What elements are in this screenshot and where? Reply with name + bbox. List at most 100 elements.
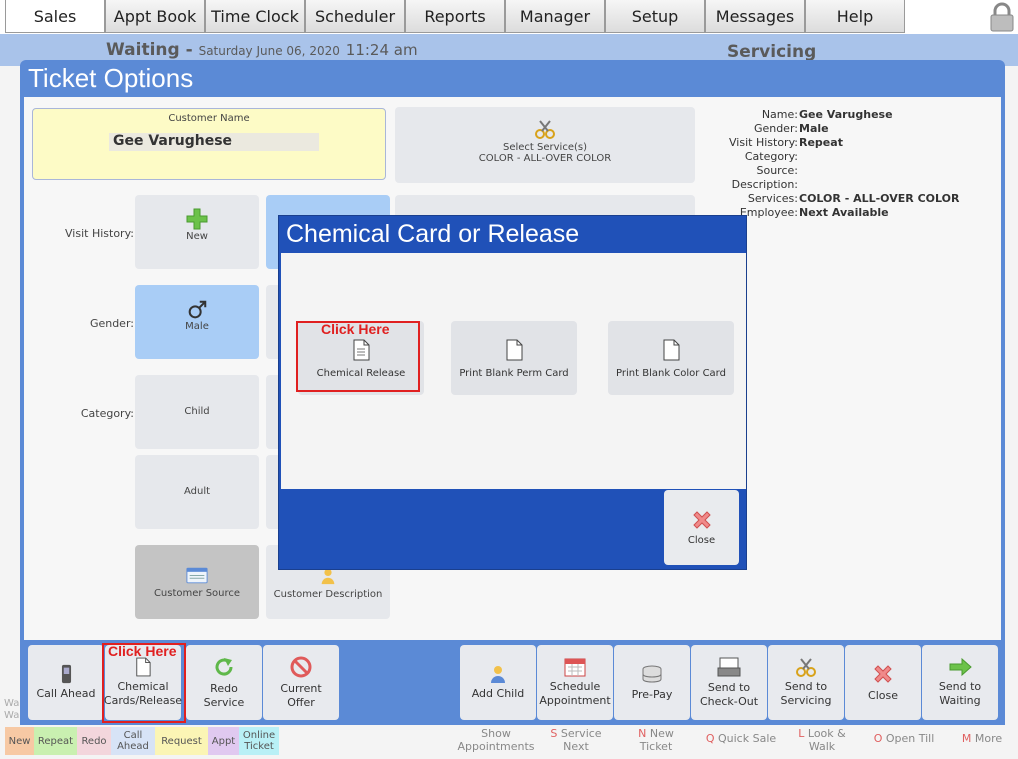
look-and-walk-shortcut[interactable]: L Look & Walk (786, 727, 858, 753)
dialog-title: Chemical Card or Release (286, 220, 580, 248)
male-symbol-icon (188, 300, 207, 319)
visit-history-label: Visit History: (65, 227, 134, 240)
close-x-icon (692, 511, 711, 529)
redo-icon (215, 658, 233, 676)
open-till-shortcut[interactable]: O Open Till (866, 732, 942, 745)
document-icon (663, 339, 680, 361)
add-child-button[interactable]: Add Child (460, 645, 536, 720)
info-row: Category: (744, 150, 798, 163)
plus-icon (186, 208, 208, 230)
status-waiting: Waiting - Saturday June 06, 2020 11:24 a… (106, 40, 418, 60)
tab-manager[interactable]: Manager (505, 0, 605, 33)
visit-new-label: New (186, 231, 208, 242)
visit-new-tile[interactable]: New (135, 195, 259, 269)
person-icon (491, 666, 505, 683)
print-blank-perm-card-button[interactable]: Print Blank Perm Card (451, 321, 577, 395)
status-date: Saturday June 06, 2020 (198, 44, 340, 58)
schedule-appointment-button[interactable]: Schedule Appointment (537, 645, 613, 720)
show-appointments-shortcut[interactable]: Show Appointments (456, 727, 536, 753)
ticket-type-legend: New Repeat Redo Call Ahead Request Appt O… (5, 727, 279, 755)
print-blank-color-card-button[interactable]: Print Blank Color Card (608, 321, 734, 395)
selected-service-value: COLOR - ALL-OVER COLOR (478, 153, 612, 164)
current-offer-button[interactable]: Current Offer (263, 645, 339, 720)
customer-name-field[interactable]: Gee Varughese (109, 133, 319, 151)
coins-icon (642, 665, 662, 683)
print-perm-label: Print Blank Perm Card (459, 368, 569, 379)
arrow-right-icon (949, 657, 972, 677)
legend-appt: Appt (208, 727, 239, 755)
send-to-checkout-button[interactable]: Send to Check-Out (691, 645, 767, 720)
legend-redo: Redo (77, 727, 111, 755)
click-here-annotation: Click Here (108, 643, 177, 659)
info-row: Source: (756, 164, 799, 177)
scissors-icon (796, 658, 816, 677)
pre-pay-button[interactable]: Pre-Pay (614, 645, 690, 720)
tab-setup[interactable]: Setup (605, 0, 705, 33)
bottom-toolbar: Call Ahead Chemical Cards/Release Click … (20, 640, 1005, 725)
tab-sales[interactable]: Sales (5, 0, 105, 33)
waiting-label-partial: Wa Wa (4, 698, 20, 721)
id-card-icon (186, 567, 208, 584)
customer-source-button[interactable]: Customer Source (135, 545, 259, 619)
info-row: Services: COLOR - ALL-OVER COLOR (747, 192, 960, 205)
chemical-card-dialog: Chemical Card or Release Chemical Releas… (278, 215, 747, 570)
no-entry-icon (290, 656, 312, 678)
tab-scheduler[interactable]: Scheduler (305, 0, 405, 33)
tab-time-clock[interactable]: Time Clock (205, 0, 305, 33)
category-label: Category: (80, 407, 134, 420)
gender-label: Gender: (89, 317, 134, 330)
legend-online-ticket: Online Ticket (239, 727, 279, 755)
status-state: Waiting - (106, 40, 193, 60)
dialog-close-button[interactable]: Close (664, 490, 739, 565)
new-ticket-shortcut[interactable]: N New Ticket (620, 727, 692, 753)
tab-help[interactable]: Help (805, 0, 905, 33)
category-adult-tile[interactable]: Adult (135, 455, 259, 529)
dialog-close-label: Close (687, 535, 716, 546)
call-ahead-button[interactable]: Call Ahead (28, 645, 104, 720)
click-here-annotation: Click Here (321, 321, 390, 337)
status-time: 11:24 am (345, 41, 418, 59)
print-color-label: Print Blank Color Card (616, 368, 726, 379)
legend-repeat: Repeat (34, 727, 77, 755)
info-row: Description: (731, 178, 798, 191)
close-ticket-button[interactable]: Close (845, 645, 921, 720)
category-child-label: Child (184, 406, 210, 417)
register-icon (717, 657, 741, 677)
legend-call-ahead: Call Ahead (111, 727, 155, 755)
gender-male-label: Male (185, 321, 209, 332)
tab-reports[interactable]: Reports (405, 0, 505, 33)
gender-male-tile[interactable]: Male (135, 285, 259, 359)
dialog-body: Chemical Release Click Here Print Blank … (281, 253, 746, 489)
quick-sale-shortcut[interactable]: Q Quick Sale (702, 732, 780, 745)
customer-name-box[interactable]: Customer Name Gee Varughese (32, 108, 386, 180)
service-next-shortcut[interactable]: S Service Next (540, 727, 612, 753)
redo-service-button[interactable]: Redo Service (186, 645, 262, 720)
info-row: Name: Gee Varughese (761, 108, 893, 121)
scissors-icon (535, 120, 555, 139)
legend-request: Request (155, 727, 208, 755)
info-row: Gender: Male (753, 122, 829, 135)
ticket-info-panel: Name: Gee Varughese Gender: Male Visit His… (714, 108, 959, 220)
legend-new: New (5, 727, 34, 755)
category-adult-label: Adult (183, 486, 211, 497)
select-services-button[interactable]: Select Service(s) COLOR - ALL-OVER COLOR (395, 107, 695, 183)
send-to-servicing-button[interactable]: Send to Servicing (768, 645, 844, 720)
info-row: Employee: Next Available (739, 206, 889, 219)
document-icon (506, 339, 523, 361)
send-to-waiting-button[interactable]: Send to Waiting (922, 645, 998, 720)
info-row: Visit History: Repeat (729, 136, 843, 149)
select-services-label: Select Service(s) (503, 142, 587, 153)
lock-icon[interactable] (988, 2, 1016, 32)
calendar-icon (564, 658, 586, 677)
close-x-icon (874, 665, 892, 683)
ticket-title: Ticket Options (28, 63, 194, 93)
tab-appt-book[interactable]: Appt Book (105, 0, 205, 33)
phone-icon (61, 664, 71, 684)
customer-description-label: Customer Description (273, 589, 383, 600)
more-shortcut[interactable]: M More (950, 732, 1014, 745)
category-child-tile[interactable]: Child (135, 375, 259, 449)
status-servicing: Servicing (727, 42, 817, 62)
tab-messages[interactable]: Messages (705, 0, 805, 33)
customer-source-label: Customer Source (153, 588, 241, 599)
customer-name-label: Customer Name (168, 113, 250, 124)
